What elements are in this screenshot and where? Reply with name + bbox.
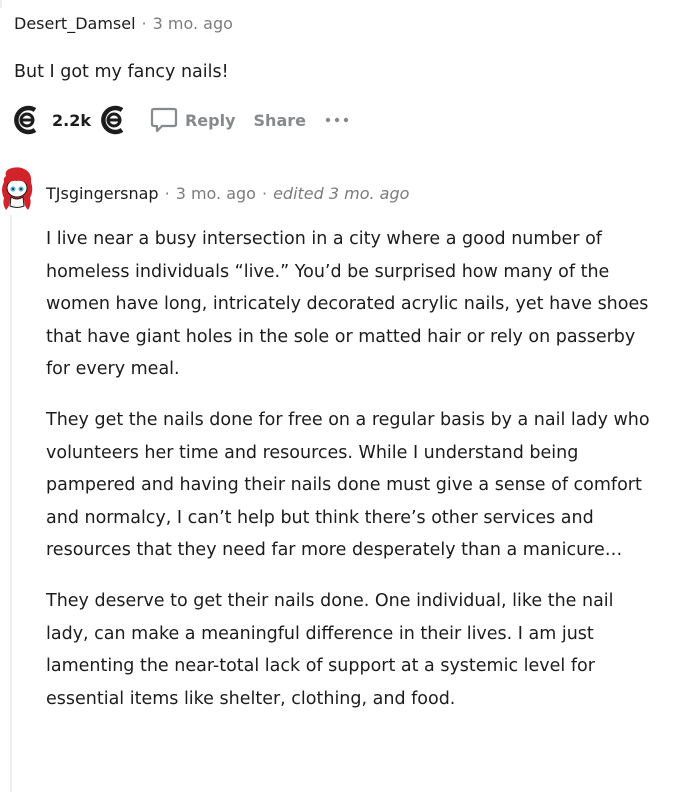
parent-thread-line[interactable] bbox=[0, 0, 2, 8]
snoo-avatar[interactable] bbox=[0, 166, 36, 216]
reply-thread-line[interactable] bbox=[10, 215, 12, 792]
downvote-icon[interactable] bbox=[97, 103, 131, 137]
more-icon[interactable] bbox=[324, 116, 350, 124]
parent-comment-actions: 2.2k Reply Share bbox=[10, 103, 350, 137]
reply-username[interactable]: TJsgingersnap bbox=[46, 184, 159, 203]
upvote-icon[interactable] bbox=[10, 103, 44, 137]
speech-bubble-icon bbox=[150, 107, 178, 133]
separator-dot: · bbox=[164, 184, 170, 203]
parent-comment-meta: Desert_Damsel · 3 mo. ago bbox=[14, 14, 233, 33]
reply-comment-meta: TJsgingersnap · 3 mo. ago · edited 3 mo.… bbox=[46, 184, 409, 203]
reply-paragraph: They deserve to get their nails done. On… bbox=[46, 590, 614, 709]
separator-dot: · bbox=[261, 184, 268, 203]
reply-paragraph: I live near a busy intersection in a cit… bbox=[46, 229, 649, 380]
reply-timestamp[interactable]: 3 mo. ago bbox=[176, 184, 256, 203]
vote-count: 2.2k bbox=[52, 110, 91, 130]
parent-username[interactable]: Desert_Damsel bbox=[14, 14, 136, 33]
parent-comment-body: But I got my fancy nails! bbox=[14, 56, 229, 89]
share-button[interactable]: Share bbox=[254, 111, 306, 130]
reply-label: Reply bbox=[184, 110, 236, 130]
edited-timestamp[interactable]: edited 3 mo. ago bbox=[273, 184, 409, 203]
parent-timestamp[interactable]: 3 mo. ago bbox=[153, 14, 233, 33]
reply-comment-body: I live near a busy intersection in a cit… bbox=[46, 223, 656, 715]
separator-dot: · bbox=[141, 14, 147, 33]
reply-button[interactable]: Reply bbox=[149, 105, 236, 135]
parent-comment-text: But I got my fancy nails! bbox=[14, 62, 229, 82]
reply-paragraph: They get the nails done for free on a re… bbox=[46, 409, 650, 561]
